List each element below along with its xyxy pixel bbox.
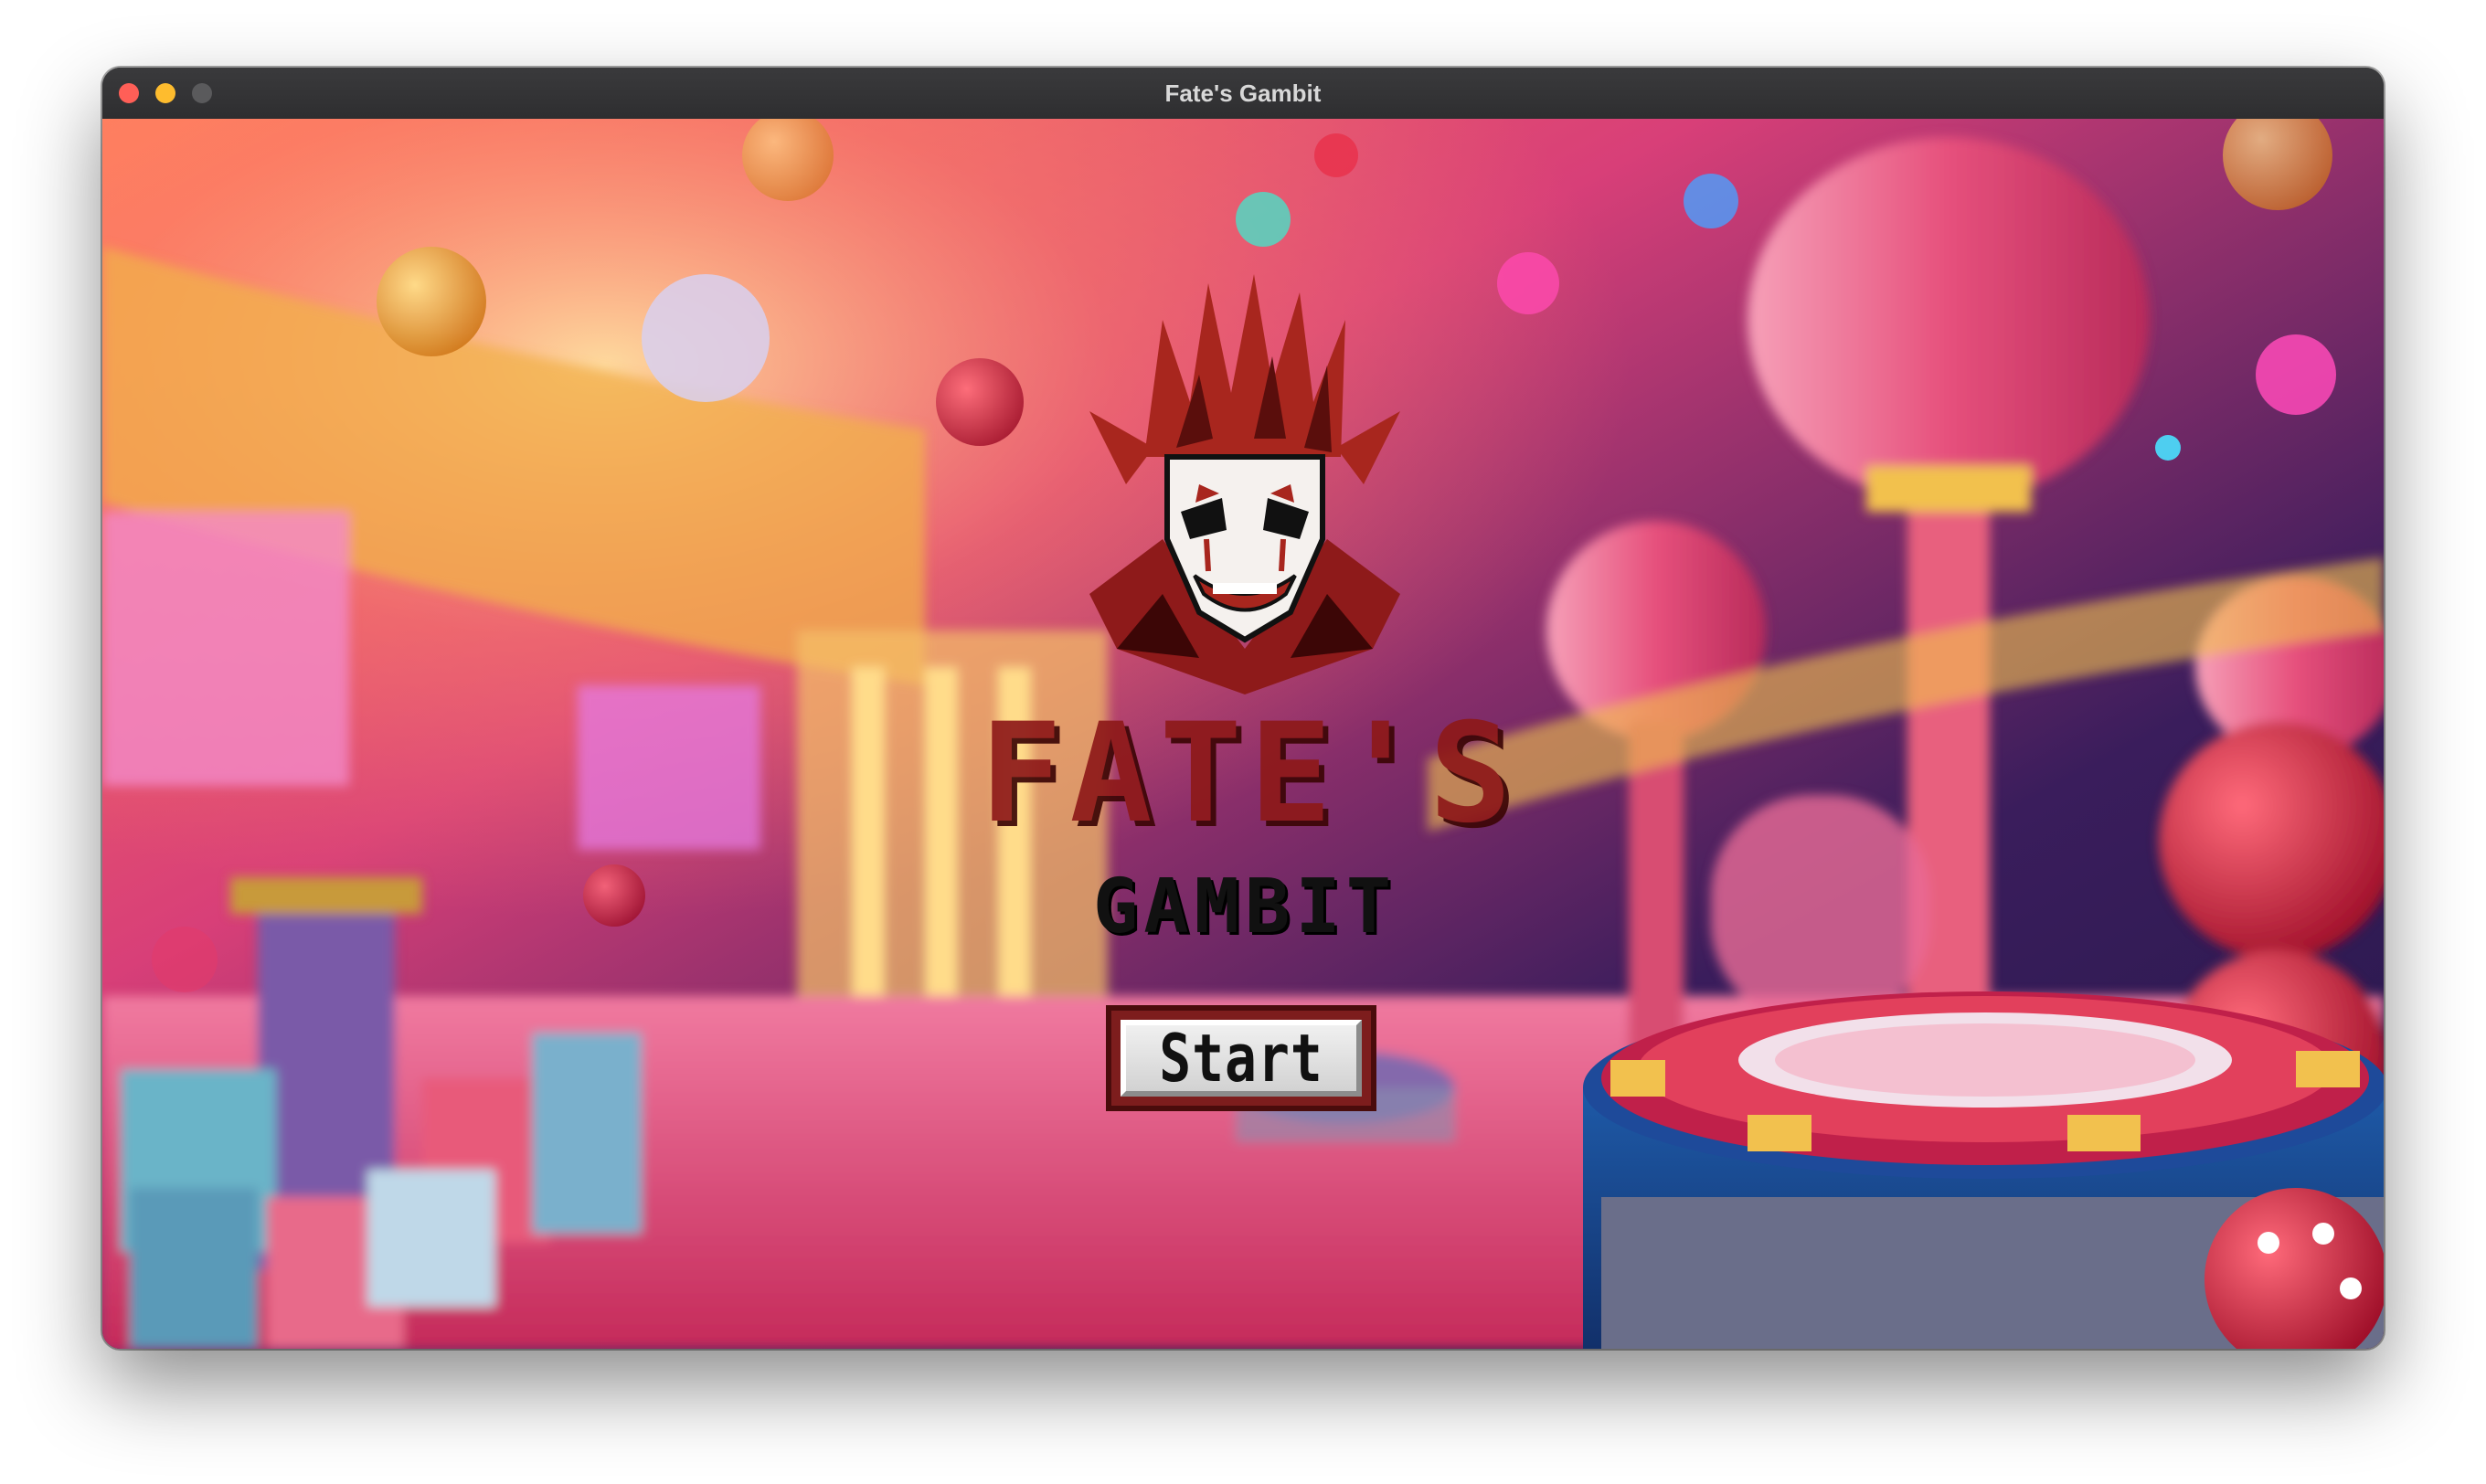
start-button-label: Start (1159, 1019, 1323, 1097)
game-canvas[interactable]: Fate's Gambit Start (102, 119, 2384, 1349)
title-bar[interactable]: Fate's Gambit (102, 68, 2384, 121)
game-logo: Fate's Gambit (980, 265, 1519, 950)
game-window: Fate's Gambit FATE'S GAMBIT Start (102, 68, 2384, 1349)
start-button[interactable]: Start (1106, 1005, 1376, 1111)
desktop: Fate's Gambit FATE'S GAMBIT Start (0, 0, 2486, 1484)
start-button-face[interactable]: Start (1121, 1020, 1362, 1097)
window-title: Fate's Gambit (1164, 80, 1322, 107)
logo-title-gambit: Gambit (1092, 864, 1397, 950)
jester-mask-icon (1089, 274, 1400, 694)
logo-title-fates: Fate's (980, 694, 1519, 853)
